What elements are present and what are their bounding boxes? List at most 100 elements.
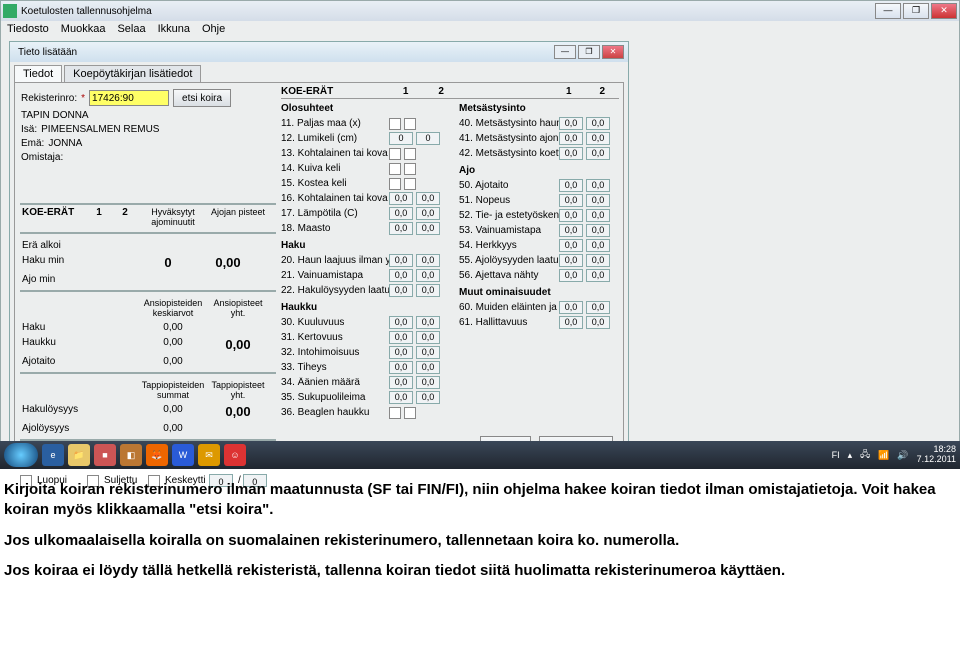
item-check[interactable]	[389, 148, 401, 160]
dialog-minimize[interactable]: —	[554, 45, 576, 59]
item-value[interactable]: 0,0	[416, 361, 440, 374]
close-button[interactable]: ✕	[931, 3, 957, 19]
item-value[interactable]: 0,0	[586, 179, 610, 192]
item-value[interactable]: 0	[416, 132, 440, 145]
item-value[interactable]: 0,0	[586, 224, 610, 237]
item-value[interactable]: 0,0	[416, 391, 440, 404]
item-value[interactable]: 0,0	[586, 132, 610, 145]
item-check[interactable]	[404, 407, 416, 419]
tray-icon[interactable]: ▴	[848, 450, 853, 461]
item-value[interactable]: 0,0	[416, 331, 440, 344]
item-label: 30. Kuuluvuus	[281, 317, 389, 328]
item-value[interactable]: 0,0	[586, 301, 610, 314]
item-value[interactable]: 0,0	[586, 147, 610, 160]
row-ajoloysyys: Ajolöysyys	[20, 421, 86, 436]
item-value[interactable]: 0,0	[586, 117, 610, 130]
taskbar-ie-icon[interactable]: e	[42, 444, 64, 466]
item-value[interactable]: 0,0	[559, 209, 583, 222]
item-value[interactable]: 0,0	[559, 301, 583, 314]
item-value[interactable]: 0,0	[559, 224, 583, 237]
taskbar-explorer-icon[interactable]: 📁	[68, 444, 90, 466]
item-value[interactable]: 0,0	[586, 194, 610, 207]
item-check[interactable]	[389, 118, 401, 130]
menu-ohje[interactable]: Ohje	[202, 23, 225, 37]
item-value[interactable]: 0,0	[559, 117, 583, 130]
item-value[interactable]: 0,0	[586, 239, 610, 252]
item-value[interactable]: 0,0	[416, 346, 440, 359]
item-value[interactable]: 0,0	[559, 132, 583, 145]
item-check[interactable]	[389, 407, 401, 419]
taskbar-lang[interactable]: FI	[832, 450, 840, 460]
tray-sound-icon[interactable]: 🔊	[897, 450, 908, 461]
menu-bar: Tiedosto Muokkaa Selaa Ikkuna Ohje	[1, 21, 959, 39]
item-value[interactable]: 0,0	[559, 269, 583, 282]
menu-ikkuna[interactable]: Ikkuna	[158, 23, 190, 37]
item-value[interactable]: 0,0	[559, 179, 583, 192]
item-value[interactable]: 0,0	[389, 254, 413, 267]
item-value[interactable]: 0,0	[586, 254, 610, 267]
item-value[interactable]: 0,0	[416, 207, 440, 220]
minimize-button[interactable]: —	[875, 3, 901, 19]
tab-lisatiedot[interactable]: Koepöytäkirjan lisätiedot	[64, 65, 201, 82]
taskbar-mail-icon[interactable]: ✉	[198, 444, 220, 466]
item-value[interactable]: 0,0	[559, 239, 583, 252]
item-value[interactable]: 0,0	[559, 316, 583, 329]
taskbar-app3-icon[interactable]: ☺	[224, 444, 246, 466]
menu-tiedosto[interactable]: Tiedosto	[7, 23, 49, 37]
item-value[interactable]: 0,0	[416, 284, 440, 297]
item-value[interactable]: 0,0	[389, 269, 413, 282]
item-value[interactable]: 0,0	[416, 222, 440, 235]
item-label: 13. Kohtalainen tai kova tuuli	[281, 148, 389, 159]
item-check[interactable]	[389, 163, 401, 175]
item-value[interactable]: 0,0	[416, 192, 440, 205]
taskbar-app2-icon[interactable]: ◧	[120, 444, 142, 466]
item-value[interactable]: 0,0	[586, 269, 610, 282]
item-value[interactable]: 0	[389, 132, 413, 145]
item-check[interactable]	[404, 148, 416, 160]
item-label: 14. Kuiva keli	[281, 163, 389, 174]
item-value[interactable]: 0,0	[559, 254, 583, 267]
item-value[interactable]: 0,0	[586, 316, 610, 329]
item-value[interactable]: 0,0	[389, 346, 413, 359]
mid-hdr-2: 2	[423, 86, 459, 97]
omistaja-label: Omistaja:	[21, 152, 63, 163]
item-check[interactable]	[404, 163, 416, 175]
haku-val: 0,00	[138, 320, 208, 335]
dialog-close[interactable]: ✕	[602, 45, 624, 59]
item-value[interactable]: 0,0	[389, 222, 413, 235]
menu-muokkaa[interactable]: Muokkaa	[61, 23, 106, 37]
item-value[interactable]: 0,0	[416, 316, 440, 329]
item-value[interactable]: 0,0	[389, 331, 413, 344]
menu-selaa[interactable]: Selaa	[117, 23, 145, 37]
item-label: 54. Herkkyys	[459, 240, 559, 251]
item-value[interactable]: 0,0	[416, 269, 440, 282]
item-check[interactable]	[404, 118, 416, 130]
item-value[interactable]: 0,0	[586, 209, 610, 222]
item-value[interactable]: 0,0	[559, 194, 583, 207]
item-value[interactable]: 0,0	[389, 207, 413, 220]
item-value[interactable]: 0,0	[559, 147, 583, 160]
taskbar-app1-icon[interactable]: ■	[94, 444, 116, 466]
item-check[interactable]	[404, 178, 416, 190]
taskbar-firefox-icon[interactable]: 🦊	[146, 444, 168, 466]
tab-tiedot[interactable]: Tiedot	[14, 65, 62, 82]
tray-wifi-icon[interactable]: 📶	[878, 450, 889, 461]
taskbar-word-icon[interactable]: W	[172, 444, 194, 466]
item-value[interactable]: 0,0	[389, 361, 413, 374]
item-value[interactable]: 0,0	[389, 376, 413, 389]
rekisteri-input[interactable]	[89, 90, 169, 106]
tray-network-icon[interactable]: 🖧	[860, 447, 870, 463]
dialog-maximize[interactable]: ❐	[578, 45, 600, 59]
item-value[interactable]: 0,0	[416, 376, 440, 389]
item-value[interactable]: 0,0	[416, 254, 440, 267]
maximize-button[interactable]: ❐	[903, 3, 929, 19]
taskbar-date: 7.12.2011	[917, 455, 956, 465]
etsi-koira-button[interactable]: etsi koira	[173, 89, 231, 107]
item-value[interactable]: 0,0	[389, 316, 413, 329]
start-button[interactable]	[4, 443, 38, 467]
item-value[interactable]: 0,0	[389, 192, 413, 205]
item-value[interactable]: 0,0	[389, 391, 413, 404]
item-check[interactable]	[389, 178, 401, 190]
item-value[interactable]: 0,0	[389, 284, 413, 297]
item-label: 42. Metsästysinto koetteluaikana	[459, 148, 559, 159]
